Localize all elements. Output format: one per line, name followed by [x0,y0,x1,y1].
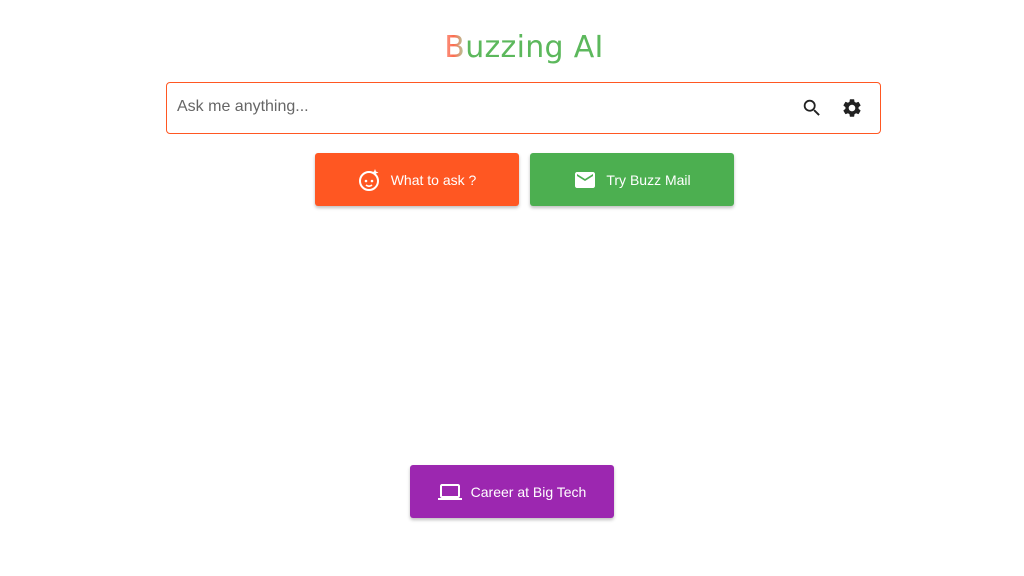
career-button[interactable]: Career at Big Tech [410,465,614,518]
gear-icon[interactable] [839,95,865,121]
baby-face-icon [358,168,382,192]
career-label: Career at Big Tech [470,483,587,500]
page: Buzzing AI What to ask ? [0,0,1024,576]
what-to-ask-button[interactable]: What to ask ? [315,153,519,206]
mail-icon [573,168,597,192]
logo-rest-text: uzzing AI [465,30,604,65]
try-buzz-mail-button[interactable]: Try Buzz Mail [530,153,734,206]
logo-first-letter: B [444,30,466,65]
what-to-ask-label: What to ask ? [390,171,477,188]
app-logo: Buzzing AI [0,28,1024,68]
laptop-icon [437,480,462,504]
try-buzz-mail-label: Try Buzz Mail [606,171,691,188]
search-bar [166,82,881,134]
search-icon[interactable] [799,95,825,121]
search-input[interactable] [177,93,777,121]
